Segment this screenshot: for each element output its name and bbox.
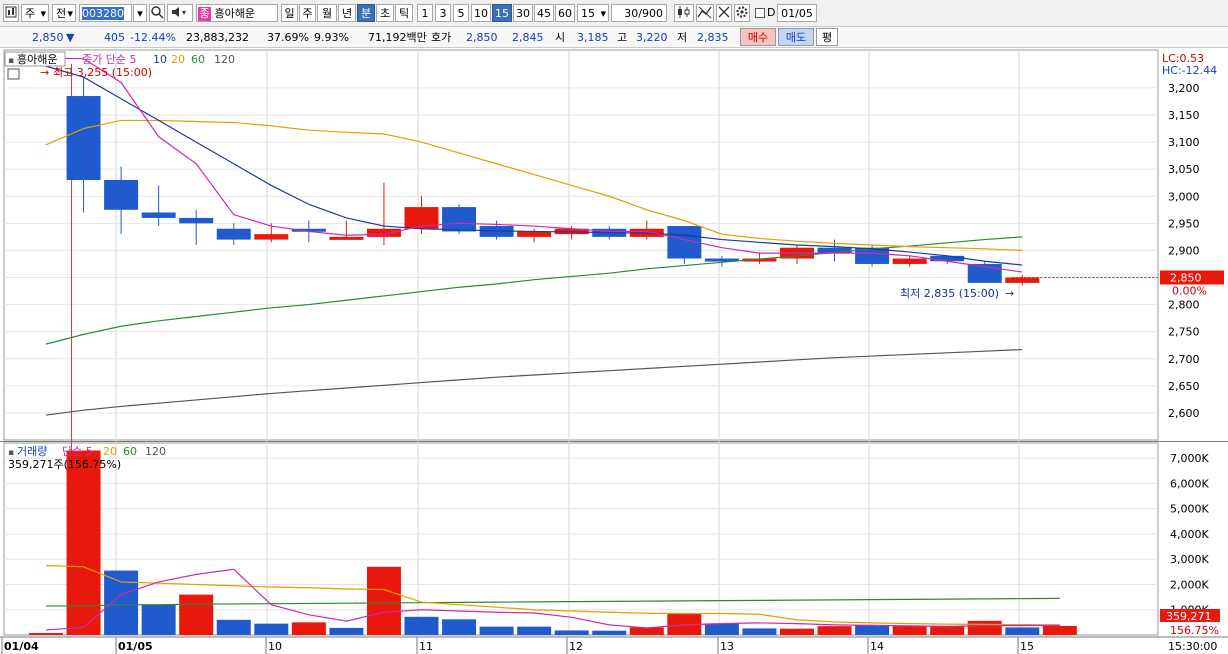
volume-bar — [967, 620, 1002, 635]
legend-ma20: 20 — [171, 53, 185, 66]
price-tick-label: 2,650 — [1168, 380, 1200, 393]
candle-body — [179, 217, 214, 224]
price-tick-label: 3,050 — [1168, 163, 1200, 176]
volume-bar — [104, 570, 139, 635]
grid-table-icon — [7, 68, 20, 80]
candle-body — [442, 207, 477, 232]
candle-body — [1005, 277, 1040, 283]
price-tick-label: 2,950 — [1168, 217, 1200, 230]
volume-bar — [291, 622, 326, 635]
volume-bar — [1042, 625, 1077, 635]
candle-body — [66, 96, 101, 180]
volume-bar — [29, 632, 63, 635]
price-tick-label: 2,900 — [1168, 244, 1200, 257]
volume-tick-label: 3,000K — [1170, 553, 1209, 566]
volume-bar — [780, 628, 814, 635]
candle-body — [329, 236, 364, 240]
annotation-high-arrow: → — [40, 66, 49, 79]
x-axis-label: 11 — [419, 640, 433, 653]
price-tick-label: 2,750 — [1168, 326, 1200, 339]
chart-background — [0, 48, 1228, 654]
candle-body — [892, 258, 927, 264]
candle-body — [366, 228, 401, 237]
candle-body — [254, 234, 289, 240]
legend-ma10: 10 — [153, 53, 167, 66]
volume-bar — [629, 627, 664, 635]
candle-body — [141, 212, 176, 218]
x-axis-label: 15 — [1020, 640, 1034, 653]
price-tick-label: 2,800 — [1168, 299, 1200, 312]
candle-body — [104, 180, 139, 210]
hc-label: HC:-12.44 — [1162, 64, 1217, 77]
volume-legend-ma5: 단순 5 — [62, 445, 93, 458]
legend-ma120: 120 — [214, 53, 235, 66]
current-pct-label: 0.00% — [1172, 285, 1207, 298]
volume-bar — [892, 626, 927, 635]
volume-bar — [704, 623, 739, 635]
volume-bar — [66, 450, 101, 635]
volume-bar — [179, 594, 214, 635]
volume-tick-label: 5,000K — [1170, 503, 1209, 516]
volume-bar — [479, 626, 514, 635]
volume-tick-label: 4,000K — [1170, 528, 1209, 541]
candle-body — [216, 228, 251, 240]
volume-bar — [517, 626, 552, 635]
volume-subtitle: 359,271주(156.75%) — [8, 458, 121, 471]
volume-bar — [442, 619, 477, 635]
annotation-low-arrow: → — [1005, 287, 1014, 300]
annotation-high: 최고 3,255 (15:00) — [53, 66, 152, 79]
volume-tick-label: 6,000K — [1170, 477, 1209, 490]
volume-bar — [855, 625, 890, 635]
price-tick-label: 2,600 — [1168, 407, 1200, 420]
candle-body — [930, 255, 965, 262]
x-axis-label: 10 — [268, 640, 282, 653]
legend-marker: ▪ — [8, 448, 14, 458]
annotation-low: 최저 2,835 (15:00) — [900, 287, 999, 300]
stock-chart: 3,200 3,150 3,100 3,050 3,000 2,950 2,900 2,850… — [0, 48, 1228, 654]
x-axis-label: 12 — [569, 640, 583, 653]
price-tick-label: 3,200 — [1168, 82, 1200, 95]
volume-legend-ma60: 60 — [123, 445, 137, 458]
legend-stock-name: 흥아해운 — [17, 52, 57, 66]
x-axis-label: 13 — [720, 640, 734, 653]
candle-body — [517, 231, 552, 237]
volume-legend-ma120: 120 — [145, 445, 166, 458]
volume-legend-ma20: 20 — [103, 445, 117, 458]
volume-tick-label: 7,000K — [1170, 452, 1209, 465]
price-tick-label: 2,700 — [1168, 353, 1200, 366]
x-axis-label: 14 — [870, 640, 884, 653]
volume-bar — [216, 619, 251, 635]
volume-bar — [930, 626, 965, 635]
volume-tick-label: 2,000K — [1170, 578, 1209, 591]
volume-bar — [742, 628, 777, 635]
x-axis-label: 01/05 — [118, 640, 153, 653]
volume-bar — [592, 630, 627, 635]
legend-ma5: 종가 단순 5 — [82, 53, 136, 66]
legend-ma60: 60 — [191, 53, 205, 66]
current-volume-label: 359,271 — [1166, 610, 1212, 623]
volume-bar — [404, 616, 439, 635]
volume-bar — [366, 566, 401, 635]
current-volume-pct: 156.75% — [1170, 624, 1219, 637]
current-price-label: 2,850 — [1170, 272, 1202, 285]
price-tick-label: 3,000 — [1168, 190, 1200, 203]
legend-marker: ▪ — [8, 56, 14, 66]
x-axis-label: 01/04 — [4, 640, 39, 653]
volume-bar — [141, 604, 176, 635]
volume-bar — [254, 623, 289, 635]
x-axis-label: 15:30:00 — [1168, 640, 1217, 653]
volume-bar — [329, 627, 364, 635]
volume-legend-title: 거래량 — [17, 445, 47, 458]
volume-bar — [817, 626, 852, 635]
volume-bar — [554, 630, 589, 635]
price-tick-label: 3,100 — [1168, 136, 1200, 149]
volume-bar — [1005, 627, 1040, 635]
price-tick-label: 3,150 — [1168, 109, 1200, 122]
